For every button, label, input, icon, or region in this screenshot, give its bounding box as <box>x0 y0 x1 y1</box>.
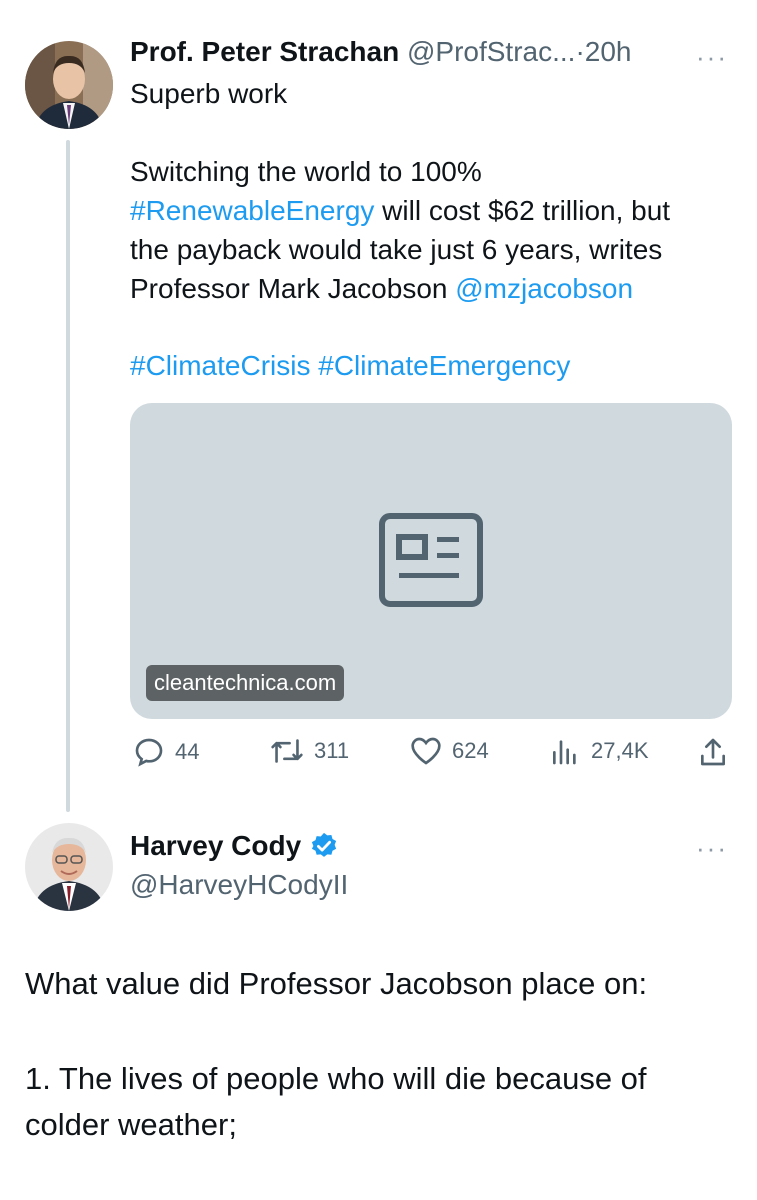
link-preview-card[interactable]: cleantechnica.com <box>130 403 732 719</box>
reply-button[interactable]: 44 <box>133 736 199 768</box>
share-button[interactable] <box>698 736 738 768</box>
avatar[interactable] <box>25 41 113 129</box>
news-article-icon <box>379 513 483 607</box>
share-icon <box>701 738 726 766</box>
more-options-icon[interactable]: ··· <box>696 833 728 864</box>
like-count: 624 <box>452 738 489 763</box>
tweet-text-line: 1. The lives of people who will die beca… <box>25 1061 647 1096</box>
author-name[interactable]: Harvey Cody <box>130 830 339 862</box>
time-separator: · <box>575 36 585 67</box>
author-handle[interactable]: @HarveyHCodyII <box>130 866 348 904</box>
verified-badge-icon <box>312 832 337 857</box>
reply-count: 44 <box>175 739 200 764</box>
author-name-text[interactable]: Harvey Cody <box>130 830 301 862</box>
views-count: 27,4K <box>591 738 649 763</box>
author-name[interactable]: Prof. Peter Strachan @ProfStrac...·20h <box>130 36 632 68</box>
tweet-text-span: Professor Mark Jacobson <box>130 273 456 304</box>
author-handle[interactable]: @ProfStrac... <box>407 36 575 67</box>
retweet-button[interactable]: 311 <box>270 736 349 766</box>
tweet-text-line: #ClimateCrisis #ClimateEmergency <box>130 347 570 385</box>
timestamp[interactable]: 20h <box>585 36 632 67</box>
tweet-text-line: Professor Mark Jacobson @mzjacobson <box>130 270 633 308</box>
tweet-text-line: What value did Professor Jacobson place … <box>25 966 648 1001</box>
more-options-icon[interactable]: ··· <box>696 42 728 73</box>
mention-link[interactable]: @mzjacobson <box>455 273 633 304</box>
views-chart-icon <box>553 740 576 765</box>
views-button[interactable]: 27,4K <box>549 736 649 766</box>
tweet-text-line: the payback would take just 6 years, wri… <box>130 234 663 265</box>
tweet-text-line: colder weather; <box>25 1107 237 1142</box>
like-button[interactable]: 624 <box>410 736 489 766</box>
heart-icon <box>411 737 441 765</box>
retweet-icon <box>271 739 303 763</box>
reply-icon <box>135 738 163 767</box>
author-name-text[interactable]: Prof. Peter Strachan <box>130 36 399 67</box>
tweet-text-line: Switching the world to 100% <box>130 156 482 187</box>
avatar-harvey-cody-icon <box>25 823 113 911</box>
retweet-count: 311 <box>314 738 350 763</box>
thread-connector-line <box>66 140 70 812</box>
hashtag-link[interactable]: #RenewableEnergy <box>130 195 374 226</box>
avatar[interactable] <box>25 823 113 911</box>
avatar-peter-strachan-icon <box>25 41 113 129</box>
tweet-text-line: Superb work <box>130 78 288 109</box>
tweet-text-line: #RenewableEnergy will cost $62 trillion,… <box>130 192 670 230</box>
hashtag-link[interactable]: #ClimateCrisis <box>130 350 310 381</box>
tweet-text-span: will cost $62 trillion, but <box>374 195 671 226</box>
card-domain-label: cleantechnica.com <box>146 665 345 701</box>
hashtag-link[interactable]: #ClimateEmergency <box>318 350 570 381</box>
